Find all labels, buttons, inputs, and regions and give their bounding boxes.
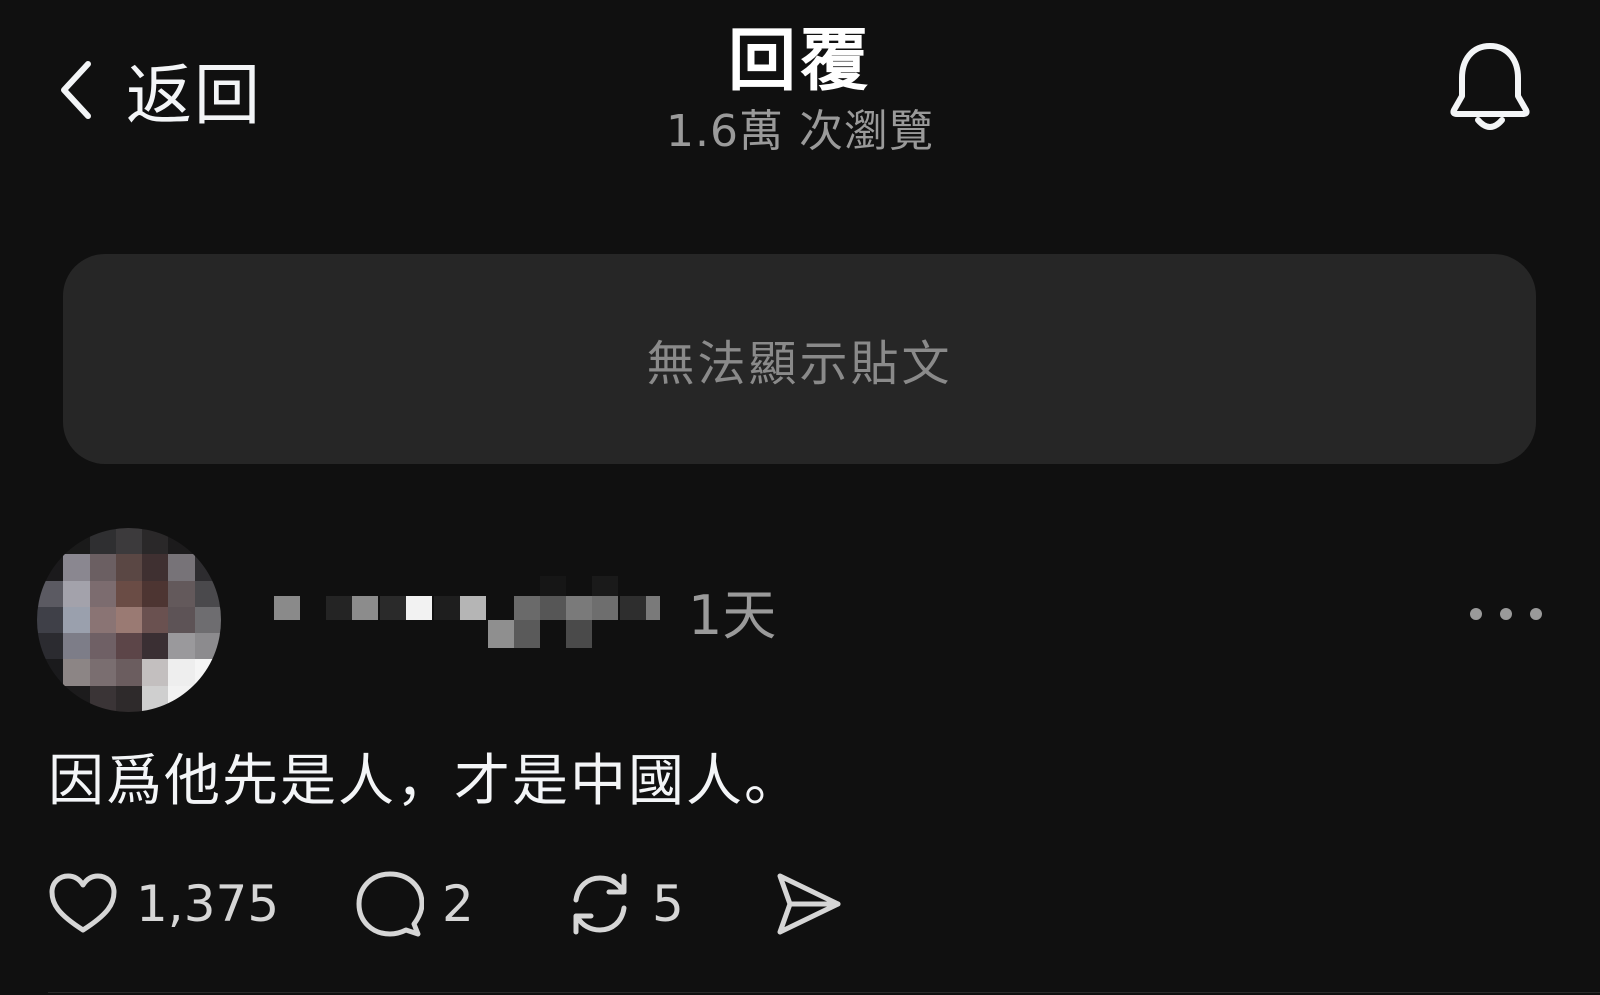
bell-icon: [1450, 43, 1530, 130]
ellipsis-icon: [1500, 608, 1512, 620]
like-button[interactable]: 1,375: [48, 864, 279, 944]
notification-button[interactable]: [1448, 40, 1532, 136]
view-count: 1.6萬 次瀏覽: [666, 106, 934, 157]
more-options-button[interactable]: [1470, 600, 1542, 628]
chevron-left-icon: [61, 61, 91, 119]
title-block: 回覆 1.6萬 次瀏覽: [500, 22, 1100, 158]
page-title: 回覆: [727, 22, 872, 101]
comment-count: 2: [442, 875, 474, 933]
back-button[interactable]: 返回: [56, 48, 262, 134]
send-icon: [777, 873, 841, 935]
avatar[interactable]: [37, 528, 221, 712]
reply-timestamp: 1天: [688, 584, 777, 647]
divider: [48, 992, 1600, 993]
unavailable-post-message: 無法顯示貼文: [646, 336, 953, 392]
reply-text: 因爲他先是人，才是中國人。: [48, 749, 802, 814]
repost-icon: [573, 873, 627, 935]
comment-button[interactable]: 2: [356, 864, 474, 944]
back-label: 返回: [126, 57, 262, 134]
share-button[interactable]: [774, 864, 844, 944]
ellipsis-icon: [1530, 608, 1542, 620]
heart-icon: [49, 873, 117, 933]
top-bar: 返回 回覆 1.6萬 次瀏覽: [0, 0, 1600, 190]
like-count: 1,375: [136, 875, 280, 933]
ellipsis-icon: [1470, 608, 1482, 620]
unavailable-post-card: 無法顯示貼文: [63, 254, 1536, 464]
comment-bubble-icon: [356, 871, 424, 937]
username-redacted[interactable]: [274, 576, 676, 662]
repost-count: 5: [652, 875, 684, 933]
repost-button[interactable]: 5: [566, 864, 684, 944]
